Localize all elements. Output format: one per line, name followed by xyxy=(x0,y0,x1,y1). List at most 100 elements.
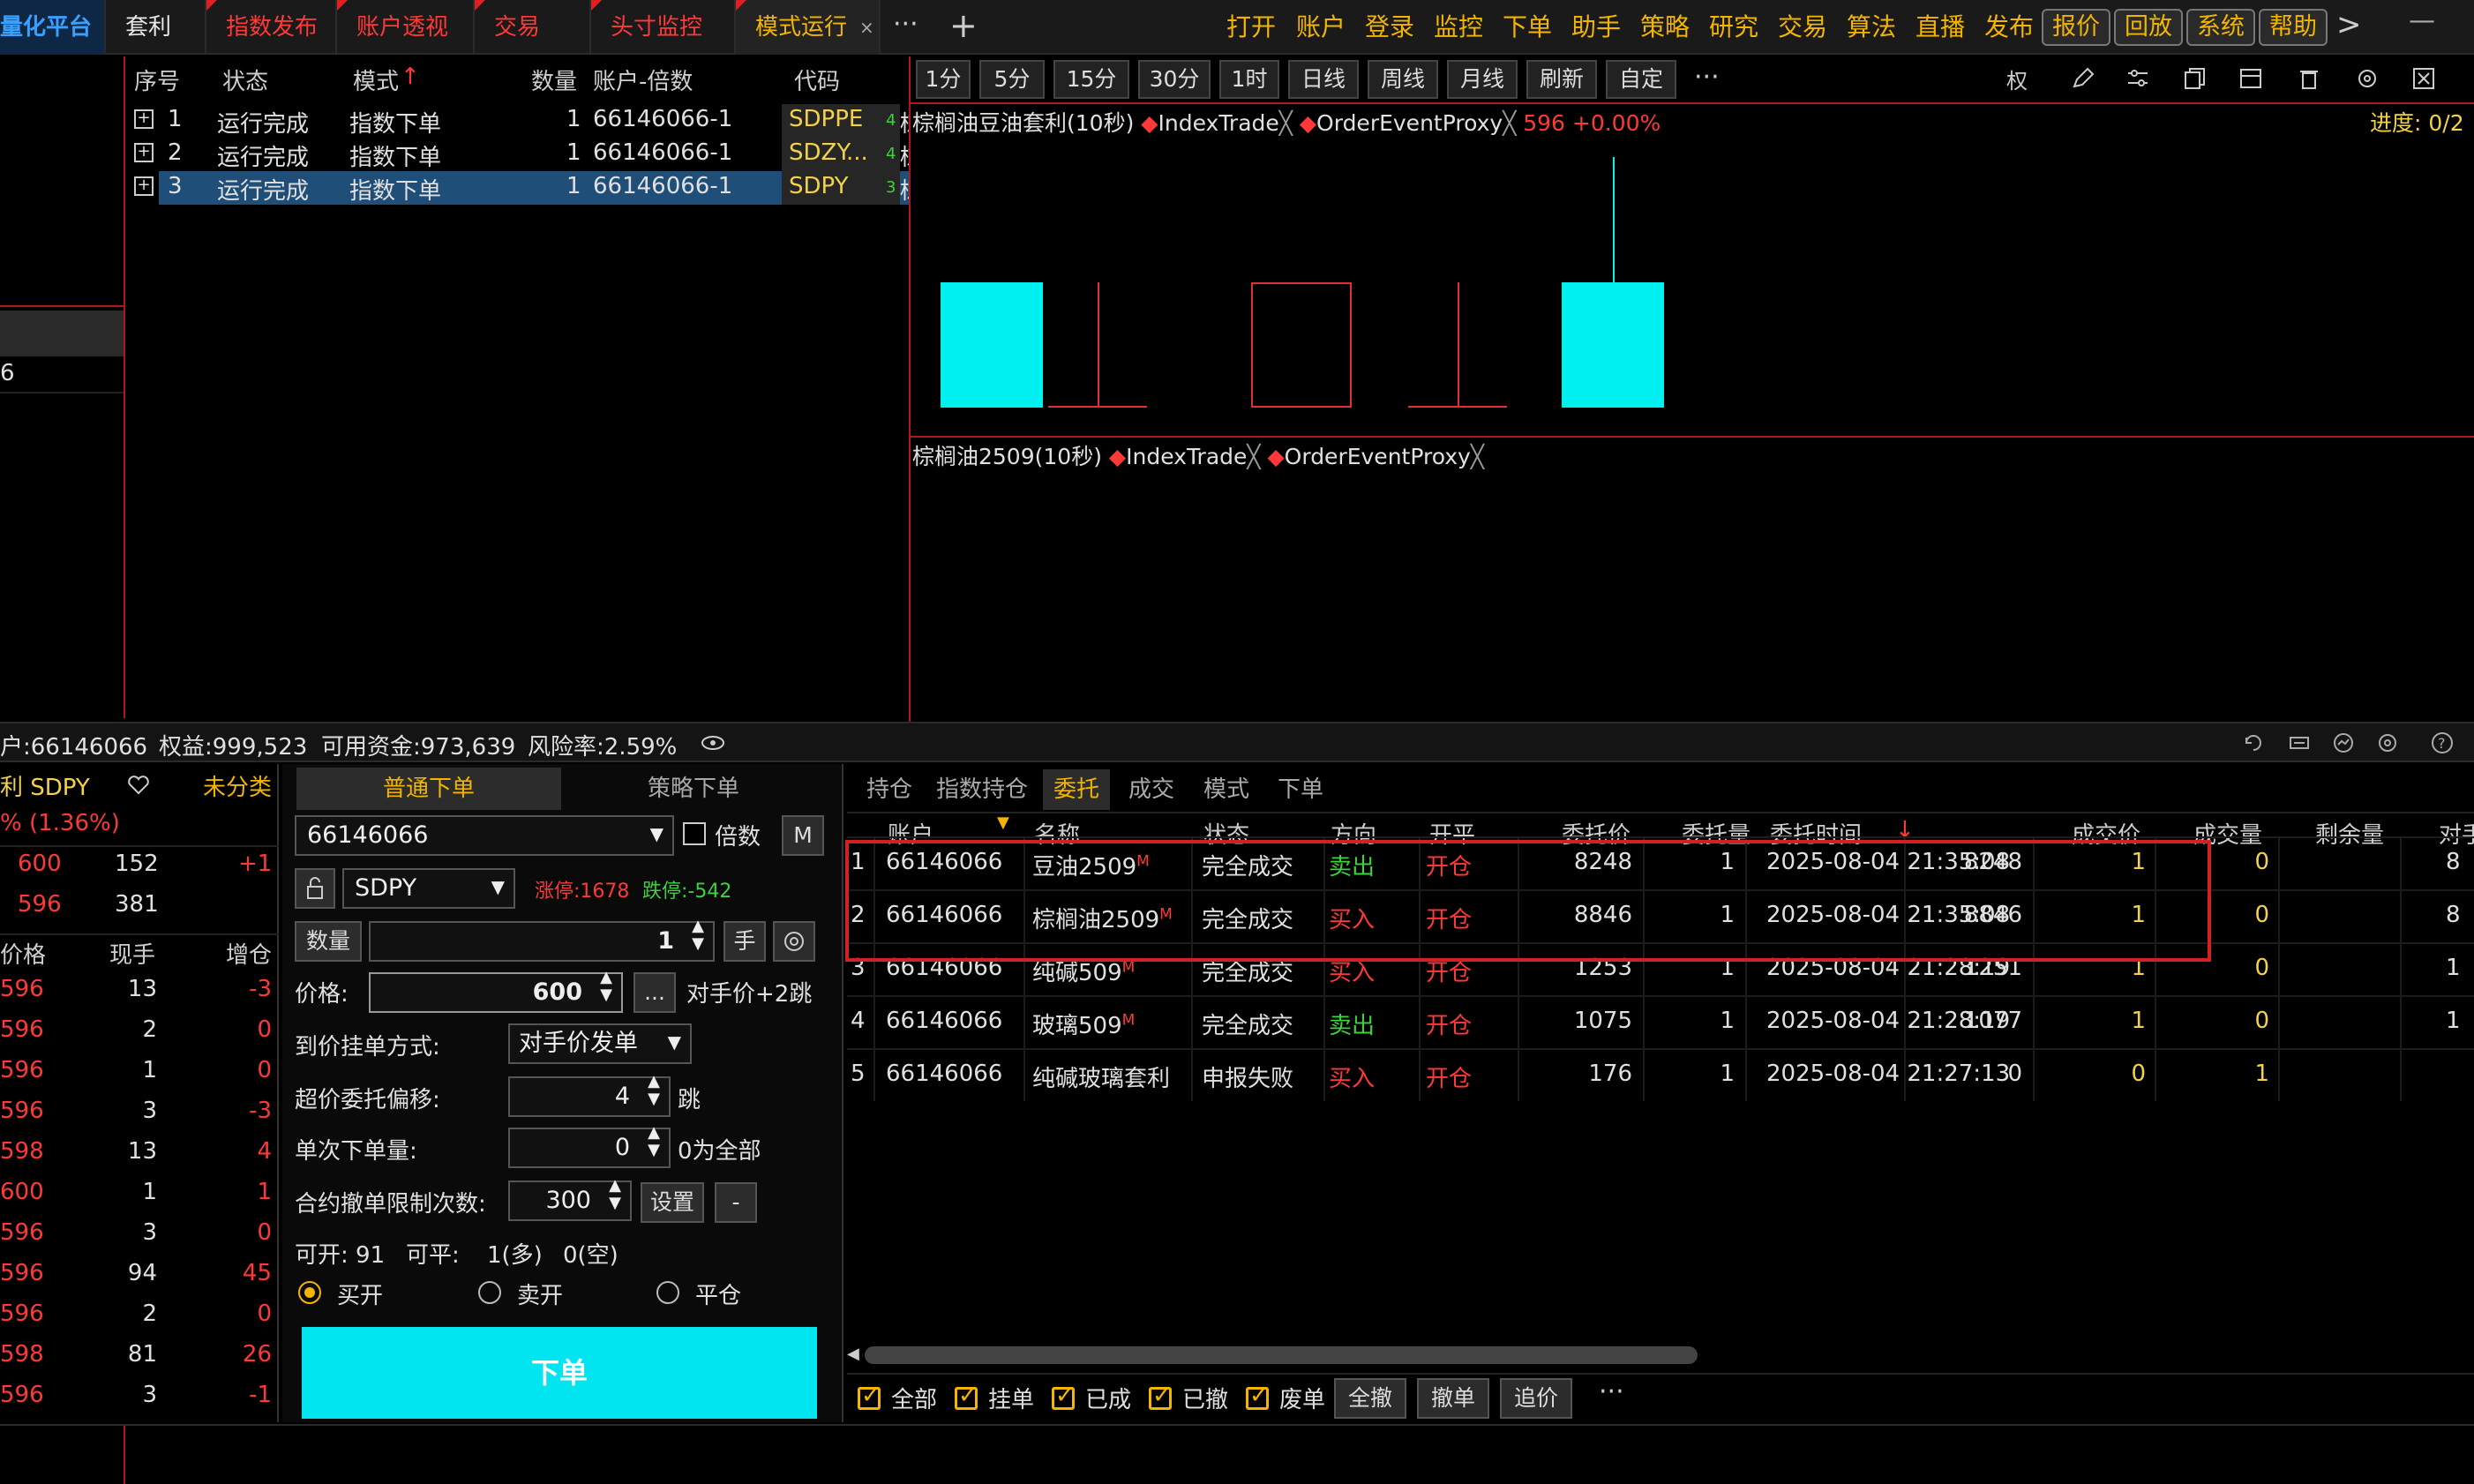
tab-account-view[interactable]: 账户透视 xyxy=(337,0,475,55)
order-row-open-close[interactable]: 开仓 xyxy=(1426,1008,1472,1040)
order-row-fill-price[interactable]: 1077 xyxy=(1932,1008,2022,1034)
indicator-ordereventproxy[interactable]: OrderEventProxy xyxy=(1316,110,1503,136)
tab-index-publish[interactable]: 指数发布 xyxy=(206,0,337,55)
close-window-icon[interactable] xyxy=(2410,65,2437,92)
order-row-counter[interactable]: 8 xyxy=(2446,849,2461,875)
order-row-qty[interactable]: 1 xyxy=(1676,1008,1735,1034)
mode-row-mode[interactable]: 指数下单 xyxy=(349,106,441,139)
stepper-icon[interactable]: ▲ ▼ xyxy=(609,1177,621,1212)
symbol-select[interactable]: SDPY ▼ xyxy=(342,868,515,909)
mode-row-account[interactable]: 66146066-1 xyxy=(593,106,732,132)
single-input[interactable]: 0 ▲ ▼ xyxy=(508,1124,671,1168)
replay-button[interactable]: 回放 xyxy=(2114,9,2183,46)
settings-sliders-icon[interactable] xyxy=(2125,65,2151,92)
stepper-icon[interactable]: ▲ ▼ xyxy=(692,918,704,953)
layout-icon[interactable] xyxy=(2238,65,2264,92)
more-icon[interactable]: ··· xyxy=(893,0,918,49)
order-row-price[interactable]: 1075 xyxy=(1544,1008,1632,1034)
mode-row-mode[interactable]: 指数下单 xyxy=(349,173,441,206)
close-icon[interactable]: ╳ xyxy=(1503,110,1516,136)
multiple-checkbox[interactable] xyxy=(683,822,706,845)
settings-button[interactable] xyxy=(773,921,815,962)
horizontal-scrollbar[interactable] xyxy=(865,1346,1698,1364)
print-icon[interactable] xyxy=(2287,731,2312,755)
col-header-account[interactable]: 账户-倍数 xyxy=(593,64,693,96)
filter-icon[interactable]: ▼ xyxy=(997,813,1009,832)
col-header-remaining[interactable]: 剩余量 xyxy=(2315,817,2384,850)
expand-icon[interactable]: + xyxy=(134,143,154,162)
gear-icon[interactable] xyxy=(2354,65,2380,92)
order-row-fill-qty[interactable]: 0 xyxy=(2100,1061,2146,1087)
order-row-open-close[interactable]: 开仓 xyxy=(1426,1061,1472,1093)
add-tab-icon[interactable]: + xyxy=(949,0,978,51)
mode-row-status[interactable]: 运行完成 xyxy=(217,173,309,206)
order-row-counter[interactable]: 1 xyxy=(2446,955,2461,981)
menu-strategy[interactable]: 策略 xyxy=(1640,0,1690,55)
radio-close[interactable] xyxy=(656,1281,679,1304)
qty-input[interactable]: 1 ▲ ▼ xyxy=(369,918,715,962)
price-more-button[interactable]: ... xyxy=(633,972,676,1013)
quote-category[interactable]: 未分类 xyxy=(203,769,272,802)
menu-trade[interactable]: 交易 xyxy=(1778,0,1827,55)
order-row-status[interactable]: 申报失败 xyxy=(1202,1061,1293,1093)
filter-filled-checkbox[interactable] xyxy=(1052,1383,1075,1410)
tab-position-monitor[interactable]: 头寸监控 xyxy=(591,0,736,55)
menu-publish[interactable]: 发布 xyxy=(1984,0,2034,55)
order-row-direction[interactable]: 卖出 xyxy=(1329,1008,1375,1040)
account-select[interactable]: 66146066 ▼ xyxy=(295,815,674,856)
period-button-month[interactable]: 月线 xyxy=(1447,60,1518,99)
expand-icon[interactable]: + xyxy=(134,176,154,196)
order-row-direction[interactable]: 买入 xyxy=(1329,1061,1375,1093)
radio-sell-open[interactable] xyxy=(478,1281,501,1304)
cancel-all-button[interactable]: 全撤 xyxy=(1334,1378,1406,1419)
indicator-indextrade[interactable]: IndexTrade xyxy=(1126,444,1247,469)
more-icon[interactable]: ··· xyxy=(1599,1376,1624,1407)
period-button-1h[interactable]: 1时 xyxy=(1219,60,1279,99)
period-button-5m[interactable]: 5分 xyxy=(979,60,1045,99)
tab-arbitrage[interactable]: 套利 xyxy=(106,0,206,55)
mode-row-status[interactable]: 运行完成 xyxy=(217,106,309,139)
tab-modes[interactable]: 模式 xyxy=(1193,769,1260,810)
more-icon[interactable]: ··· xyxy=(1694,62,1720,93)
menu-assistant[interactable]: 助手 xyxy=(1571,0,1621,55)
help-icon[interactable]: ? xyxy=(2430,731,2455,755)
order-row-no[interactable]: 5 xyxy=(851,1061,866,1087)
tab-mode-run[interactable]: 模式运行 × xyxy=(736,0,881,55)
order-row-counter[interactable]: 1 xyxy=(2446,1008,2461,1034)
mode-row-account[interactable]: 66146066-1 xyxy=(593,139,732,166)
close-icon[interactable]: ╳ xyxy=(1279,110,1293,136)
order-row-name[interactable]: 纯碱玻璃套利 xyxy=(1032,1061,1170,1093)
menu-account[interactable]: 账户 xyxy=(1296,0,1346,55)
tab-fills[interactable]: 成交 xyxy=(1117,769,1186,810)
gear-icon[interactable] xyxy=(2375,731,2400,755)
mode-row-code[interactable]: SDZY... xyxy=(789,139,868,166)
cancel-limit-input[interactable]: 300 ▲ ▼ xyxy=(508,1177,632,1221)
period-button-day[interactable]: 日线 xyxy=(1288,60,1359,99)
heart-icon[interactable] xyxy=(127,775,150,796)
mode-row-no[interactable]: 1 xyxy=(168,106,183,132)
cancel-button[interactable]: 撤单 xyxy=(1417,1378,1489,1419)
stepper-icon[interactable]: ▲ ▼ xyxy=(600,969,612,1004)
mode-row-status[interactable]: 运行完成 xyxy=(217,139,309,172)
chevron-right-icon[interactable]: > xyxy=(2336,7,2362,42)
submit-order-button[interactable]: 下单 xyxy=(302,1327,817,1419)
mode-row-mode[interactable]: 指数下单 xyxy=(349,139,441,172)
order-row-remaining[interactable]: 0 xyxy=(2223,849,2269,875)
set-button[interactable]: 设置 xyxy=(641,1182,704,1223)
minimize-icon[interactable]: — xyxy=(2409,5,2435,36)
order-row-remaining[interactable]: 0 xyxy=(2223,1008,2269,1034)
close-icon[interactable]: × xyxy=(859,0,874,55)
quote-button[interactable]: 报价 xyxy=(2042,9,2110,46)
tab-platform[interactable]: 量化平台 xyxy=(0,0,106,55)
order-row-qty[interactable]: 1 xyxy=(1676,1061,1735,1087)
tab-positions[interactable]: 持仓 xyxy=(858,769,921,810)
chase-button[interactable]: 追价 xyxy=(1500,1378,1572,1419)
tab-trade[interactable]: 交易 xyxy=(475,0,591,55)
menu-open[interactable]: 打开 xyxy=(1226,0,1276,55)
eye-icon[interactable] xyxy=(701,734,725,752)
hand-button[interactable]: 手 xyxy=(723,921,766,962)
refresh-icon[interactable] xyxy=(2241,731,2266,755)
help-button[interactable]: 帮助 xyxy=(2259,9,2328,46)
order-row-account[interactable]: 66146066 xyxy=(886,1061,1002,1087)
scroll-left-icon[interactable]: ◀ xyxy=(847,1345,859,1363)
